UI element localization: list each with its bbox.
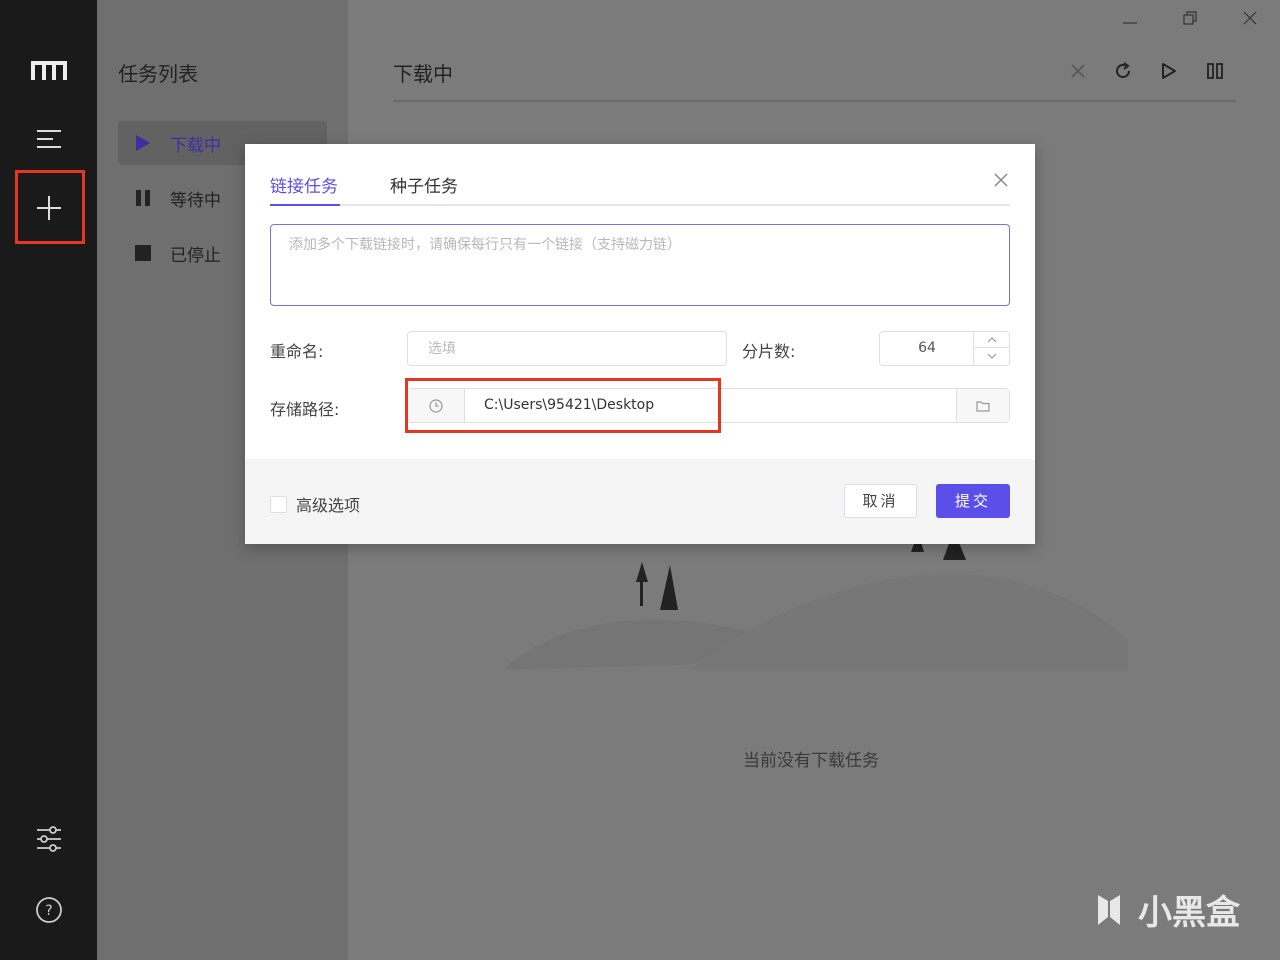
advanced-options-checkbox[interactable]: 高级选项 [270,492,360,516]
pause-all-icon[interactable] [1202,58,1228,84]
dialog-close-icon[interactable] [989,168,1013,192]
tab-active-indicator [270,204,340,206]
split-label: 分片数: [742,342,796,361]
rename-label: 重命名: [270,342,324,361]
watermark-text: 小黑盒 [1138,893,1240,933]
tab-link-task[interactable]: 链接任务 [270,172,338,197]
folder-icon[interactable] [956,389,1009,422]
help-icon[interactable]: ? [30,891,68,929]
task-item-label: 已停止 [170,245,221,266]
dialog-tabs: 链接任务 种子任务 [270,166,1010,206]
close-window-icon[interactable] [1236,6,1264,30]
resume-icon[interactable] [1156,58,1182,84]
chevron-down-icon[interactable] [974,348,1010,364]
url-textarea[interactable] [270,224,1010,306]
dialog-footer: 高级选项 取消 提交 [245,459,1035,544]
stop-icon [134,244,152,262]
minimize-icon[interactable] [1116,6,1144,30]
svg-text:?: ? [45,903,52,919]
page-title: 下载中 [393,62,453,86]
rename-input[interactable] [407,331,727,366]
preferences-icon[interactable] [30,820,68,858]
split-stepper[interactable]: 64 [879,331,1010,366]
motrix-logo-icon [30,58,68,82]
play-icon [134,134,152,152]
advanced-options-label: 高级选项 [296,496,361,515]
empty-state-text: 当前没有下载任务 [743,751,879,771]
task-list-title: 任务列表 [118,62,198,86]
pause-icon [134,189,152,207]
tab-torrent-task[interactable]: 种子任务 [390,172,458,197]
menu-icon[interactable] [30,120,68,158]
highlight-box [405,378,721,433]
cancel-button[interactable]: 取消 [844,484,917,518]
split-value[interactable]: 64 [880,332,974,365]
empty-illustration [503,530,1128,670]
heybox-logo-icon [1098,894,1120,925]
submit-button[interactable]: 提交 [936,484,1010,518]
delete-task-icon[interactable] [1065,58,1091,84]
split-step-controls [973,332,1010,365]
refresh-icon[interactable] [1110,58,1136,84]
task-item-label: 下载中 [170,135,221,156]
restore-icon[interactable] [1176,6,1204,30]
chevron-up-icon[interactable] [974,332,1010,348]
watermark: 小黑盒 [1088,885,1240,934]
app-sidebar: ? [0,0,97,960]
task-item-label: 等待中 [170,190,221,211]
add-task-dialog: 链接任务 种子任务 重命名: 分片数: 64 存储路径: C:\Users\95… [245,144,1035,544]
checkbox-box[interactable] [270,495,287,513]
highlight-box [15,170,85,244]
path-label: 存储路径: [270,400,340,419]
title-divider [393,100,1236,102]
